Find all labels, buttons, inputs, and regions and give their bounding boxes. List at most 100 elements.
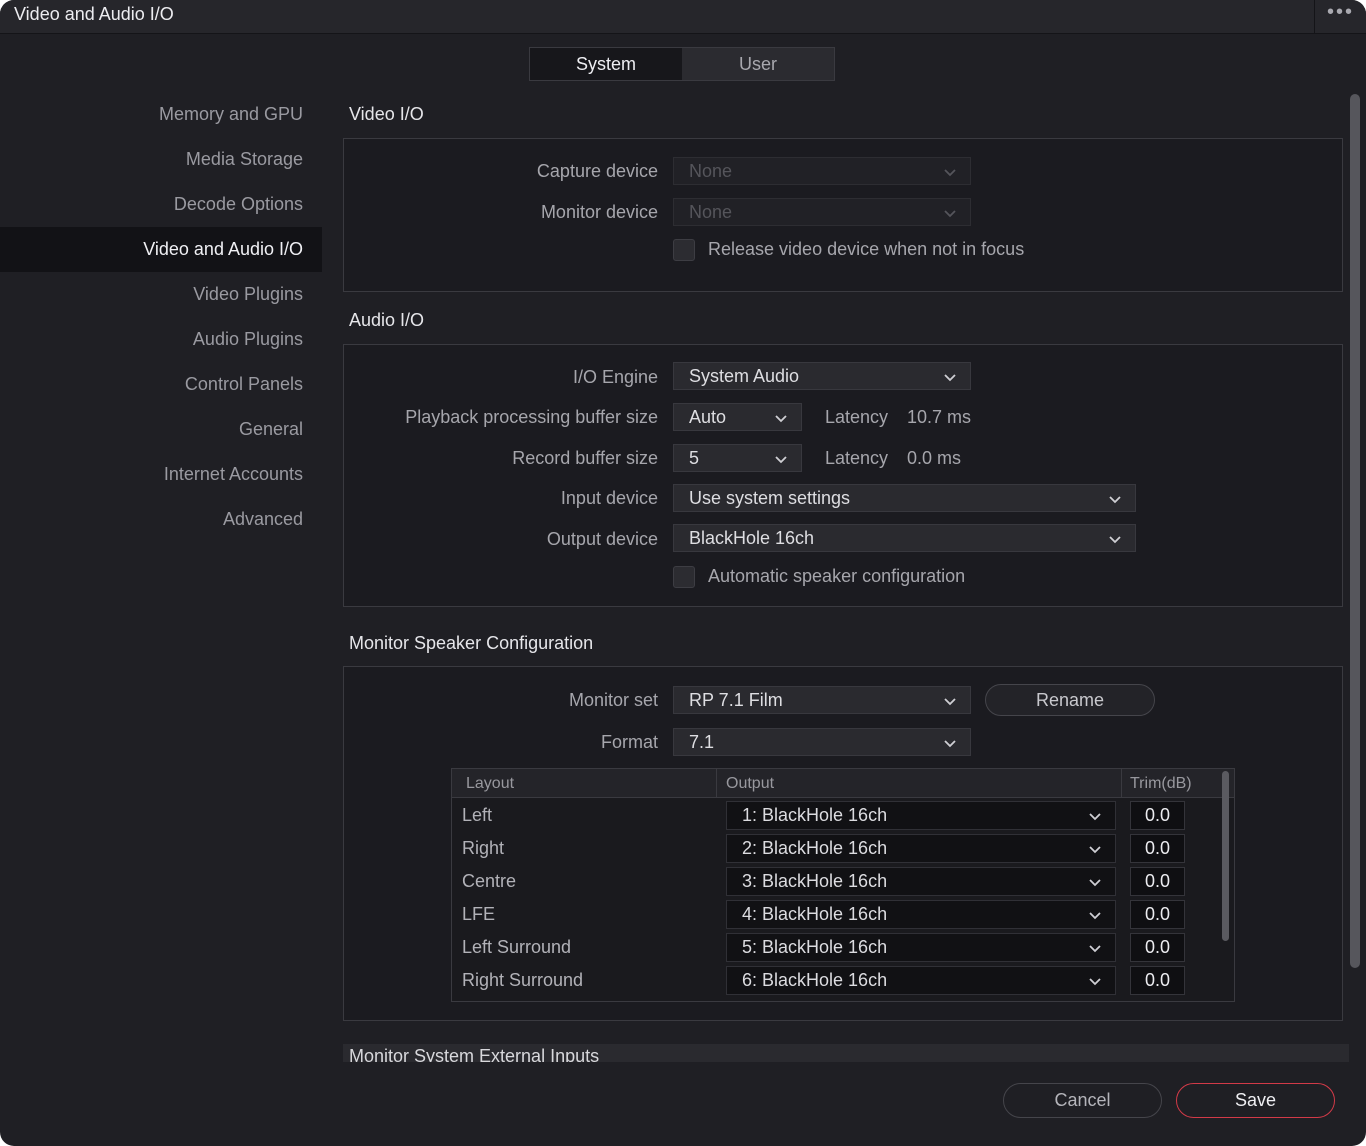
trim-column-header: Trim(dB) [1130,775,1192,792]
table-row: Centre 3: BlackHole 16ch 0.0 [452,865,1220,898]
row-output-value: 3: BlackHole 16ch [742,871,888,891]
automatic-speaker-config-checkbox[interactable] [673,566,695,588]
main-scrollbar[interactable] [1350,94,1360,968]
row-trim-input[interactable]: 0.0 [1130,966,1185,995]
playback-buffer-value: Auto [689,407,727,427]
release-video-device-checkbox[interactable] [673,239,695,261]
save-button[interactable]: Save [1176,1083,1335,1118]
chevron-down-icon [1109,533,1121,545]
monitor-set-select[interactable]: RP 7.1 Film [673,686,971,714]
row-layout: Centre [462,871,517,891]
row-output-value: 1: BlackHole 16ch [742,805,888,825]
chevron-down-icon [944,695,956,707]
layout-column-header: Layout [466,775,515,792]
chevron-down-icon [775,412,787,424]
output-device-select[interactable]: BlackHole 16ch [673,524,1136,552]
chevron-down-icon [1089,942,1101,954]
format-label: Format [600,732,658,752]
column-divider [1121,769,1122,798]
chevron-down-icon [1089,909,1101,921]
chevron-down-icon [1089,876,1101,888]
monitor-speaker-heading: Monitor Speaker Configuration [349,633,594,653]
table-row: Right Surround 6: BlackHole 16ch 0.0 [452,964,1220,997]
input-device-value: Use system settings [689,488,851,508]
row-output-select[interactable]: 1: BlackHole 16ch [726,801,1116,830]
sidebar-item-audio-plugins[interactable]: Audio Plugins [0,317,322,362]
row-trim-input[interactable]: 0.0 [1130,867,1185,896]
chevron-down-icon [944,207,956,219]
row-trim-input[interactable]: 0.0 [1130,834,1185,863]
chevron-down-icon [1109,493,1121,505]
audio-io-heading: Audio I/O [349,310,425,330]
row-trim-input[interactable]: 0.0 [1130,900,1185,929]
cancel-button[interactable]: Cancel [1003,1083,1162,1118]
chevron-down-icon [944,371,956,383]
row-layout: Right [462,838,505,858]
sidebar-item-decode-options[interactable]: Decode Options [0,182,322,227]
table-scrollbar[interactable] [1222,771,1229,941]
chevron-down-icon [944,166,956,178]
rename-button[interactable]: Rename [985,684,1155,716]
sidebar-item-video-plugins[interactable]: Video Plugins [0,272,322,317]
tab-user[interactable]: User [682,48,834,80]
chevron-down-icon [1089,975,1101,987]
row-layout: Left Surround [462,937,572,957]
speaker-table: Layout Output Trim(dB) Left 1: BlackHole… [451,768,1235,1002]
io-engine-select[interactable]: System Audio [673,362,971,390]
io-engine-label: I/O Engine [572,367,658,387]
sidebar-item-video-audio-io[interactable]: Video and Audio I/O [0,227,322,272]
sidebar-item-general[interactable]: General [0,407,322,452]
chevron-down-icon [944,737,956,749]
output-column-header: Output [726,775,775,792]
sidebar-item-control-panels[interactable]: Control Panels [0,362,322,407]
row-trim-input[interactable]: 0.0 [1130,933,1185,962]
sidebar-item-internet-accounts[interactable]: Internet Accounts [0,452,322,497]
table-row: Left Surround 5: BlackHole 16ch 0.0 [452,931,1220,964]
chevron-down-icon [1089,843,1101,855]
tab-system[interactable]: System [530,48,682,80]
row-output-select[interactable]: 6: BlackHole 16ch [726,966,1116,995]
row-output-select[interactable]: 3: BlackHole 16ch [726,867,1116,896]
playback-buffer-label: Playback processing buffer size [405,407,658,427]
external-inputs-heading: Monitor System External Inputs [349,1046,600,1062]
format-select[interactable]: 7.1 [673,728,971,756]
chevron-down-icon [775,453,787,465]
column-divider [716,769,717,798]
sidebar: Memory and GPU Media Storage Decode Opti… [0,92,322,542]
row-output-select[interactable]: 4: BlackHole 16ch [726,900,1116,929]
video-io-heading: Video I/O [349,104,424,124]
table-row: Left 1: BlackHole 16ch 0.0 [452,799,1220,832]
input-device-label: Input device [560,488,658,508]
output-device-label: Output device [546,529,658,549]
sidebar-item-media-storage[interactable]: Media Storage [0,137,322,182]
automatic-speaker-config-label: Automatic speaker configuration [708,566,966,586]
playback-buffer-select[interactable]: Auto [673,403,802,431]
input-device-select[interactable]: Use system settings [673,484,1136,512]
record-latency-value: 0.0 ms [907,448,962,468]
capture-device-value: None [689,161,733,181]
record-buffer-label: Record buffer size [512,448,658,468]
tab-bar: System User [529,47,835,81]
record-buffer-select[interactable]: 5 [673,444,802,472]
row-output-select[interactable]: 2: BlackHole 16ch [726,834,1116,863]
row-trim-input[interactable]: 0.0 [1130,801,1185,830]
row-output-value: 2: BlackHole 16ch [742,838,888,858]
chevron-down-icon [1089,810,1101,822]
io-engine-value: System Audio [689,366,800,386]
table-row: Right 2: BlackHole 16ch 0.0 [452,832,1220,865]
record-latency-label: Latency [825,448,889,468]
sidebar-item-advanced[interactable]: Advanced [0,497,322,542]
playback-latency-label: Latency [825,407,889,427]
table-row: LFE 4: BlackHole 16ch 0.0 [452,898,1220,931]
row-layout: LFE [462,904,496,924]
content-area: System User Memory and GPU Media Storage… [0,0,1366,1062]
monitor-set-value: RP 7.1 Film [689,690,783,710]
monitor-device-select: None [673,198,971,226]
capture-device-select: None [673,157,971,185]
monitor-set-label: Monitor set [568,690,658,710]
sidebar-item-memory-gpu[interactable]: Memory and GPU [0,92,322,137]
table-header: Layout Output Trim(dB) [452,769,1234,798]
row-output-select[interactable]: 5: BlackHole 16ch [726,933,1116,962]
row-output-value: 5: BlackHole 16ch [742,937,888,957]
output-device-value: BlackHole 16ch [689,528,815,548]
